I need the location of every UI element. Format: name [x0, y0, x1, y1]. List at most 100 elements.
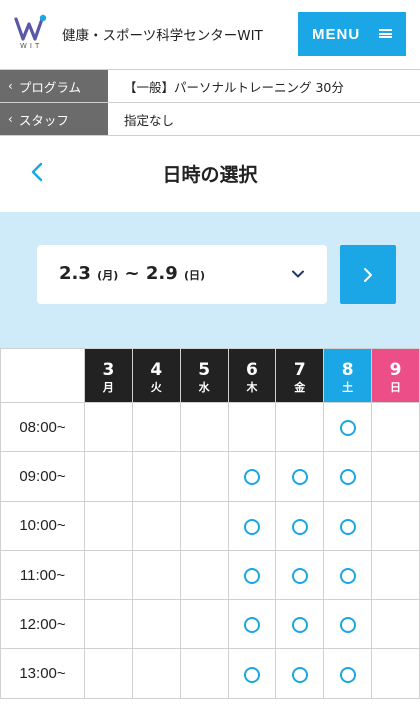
- slot-cell[interactable]: [323, 401, 373, 453]
- week-separator: ~: [118, 263, 146, 284]
- day-header: 9日: [371, 348, 420, 403]
- circle-available-icon[interactable]: [291, 666, 308, 683]
- circle-available-icon[interactable]: [291, 469, 308, 486]
- slot-cell[interactable]: [227, 451, 277, 502]
- circle-available-icon[interactable]: [291, 518, 308, 535]
- day-header: 7金: [275, 348, 325, 403]
- day-header: 3月: [84, 348, 133, 403]
- breadcrumb-program-link[interactable]: ‹ プログラム: [0, 70, 108, 102]
- slot-cell: [371, 599, 420, 650]
- calendar-body: 08:00~ 09:00~ 10:00~ 11:00~ 12:00~ 13:00~: [0, 401, 420, 699]
- slot-cell: [131, 401, 181, 453]
- slot-cell: [275, 401, 325, 453]
- slot-cell[interactable]: [275, 500, 325, 551]
- slot-cell[interactable]: [275, 549, 325, 601]
- calendar-grid: 3月4火5水6木7金8土9日 08:00~ 09:00~ 10:00~ 11:00~ 1…: [0, 348, 420, 699]
- time-row: 12:00~: [0, 599, 420, 650]
- time-label: 11:00~: [0, 549, 85, 601]
- time-row: 10:00~: [0, 500, 420, 551]
- circle-available-icon[interactable]: [243, 666, 260, 683]
- day-number: 3: [102, 359, 115, 380]
- circle-available-icon[interactable]: [339, 469, 356, 486]
- header: WIT 健康・スポーツ科学センターWIT MENU: [0, 0, 420, 70]
- circle-available-icon[interactable]: [243, 518, 260, 535]
- slot-cell[interactable]: [323, 599, 373, 650]
- page-title: 日時の選択: [162, 164, 258, 186]
- slot-cell: [84, 599, 133, 650]
- time-label: 13:00~: [0, 648, 85, 699]
- menu-button[interactable]: MENU: [298, 12, 406, 56]
- slot-cell: [131, 500, 181, 551]
- slot-cell[interactable]: [227, 648, 277, 699]
- chevron-left-icon: ‹: [8, 112, 13, 126]
- slot-cell: [84, 451, 133, 502]
- slot-cell: [371, 401, 420, 453]
- slot-cell[interactable]: [323, 500, 373, 551]
- breadcrumb-label: スタッフ: [18, 112, 69, 128]
- week-end-date: 2.9: [145, 263, 178, 284]
- day-weekday: 日: [390, 380, 402, 394]
- circle-available-icon[interactable]: [339, 420, 356, 437]
- breadcrumb-label: プログラム: [18, 79, 81, 95]
- slot-cell: [84, 549, 133, 601]
- day-weekday: 木: [246, 380, 258, 394]
- week-range: 2.3 (月) ~ 2.9 (日): [59, 263, 205, 284]
- circle-available-icon[interactable]: [243, 617, 260, 634]
- time-label: 10:00~: [0, 500, 85, 551]
- slot-cell: [227, 401, 277, 453]
- slot-cell: [84, 648, 133, 699]
- week-dropdown[interactable]: 2.3 (月) ~ 2.9 (日): [37, 245, 327, 304]
- week-start-weekday: (月): [97, 269, 119, 282]
- slot-cell: [179, 401, 229, 453]
- circle-available-icon[interactable]: [243, 469, 260, 486]
- circle-available-icon[interactable]: [243, 568, 260, 585]
- breadcrumb-value: 【一般】パーソナルトレーニング 30分: [124, 79, 344, 95]
- circle-available-icon[interactable]: [339, 617, 356, 634]
- time-label: 09:00~: [0, 451, 85, 502]
- site-title: 健康・スポーツ科学センターWIT: [62, 28, 263, 44]
- circle-available-icon[interactable]: [339, 666, 356, 683]
- day-weekday: 金: [294, 380, 306, 394]
- slot-cell[interactable]: [275, 648, 325, 699]
- day-weekday: 月: [102, 380, 114, 394]
- next-week-button[interactable]: [340, 245, 396, 304]
- breadcrumb-staff-link[interactable]: ‹ スタッフ: [0, 103, 108, 135]
- time-label: 12:00~: [0, 599, 85, 650]
- breadcrumb-program: ‹ プログラム 【一般】パーソナルトレーニング 30分: [0, 69, 420, 102]
- day-weekday: 火: [150, 380, 162, 394]
- circle-available-icon[interactable]: [291, 617, 308, 634]
- slot-cell: [371, 648, 420, 699]
- chevron-down-icon: [292, 270, 304, 278]
- breadcrumb-value: 指定なし: [124, 112, 175, 128]
- week-start-date: 2.3: [59, 263, 91, 284]
- slot-cell: [179, 599, 229, 650]
- slot-cell[interactable]: [227, 599, 277, 650]
- circle-available-icon[interactable]: [339, 518, 356, 535]
- slot-cell: [131, 648, 181, 699]
- title-row: 日時の選択: [0, 136, 420, 212]
- circle-available-icon[interactable]: [291, 568, 308, 585]
- day-header: 6木: [227, 348, 277, 403]
- chevron-left-icon: ‹: [8, 79, 13, 93]
- slot-cell: [371, 500, 420, 551]
- slot-cell[interactable]: [323, 451, 373, 502]
- slot-cell[interactable]: [323, 549, 373, 601]
- day-header: 4火: [131, 348, 181, 403]
- slot-cell[interactable]: [227, 549, 277, 601]
- week-selector-area: 2.3 (月) ~ 2.9 (日): [0, 212, 420, 348]
- calendar-header-row: 3月4火5水6木7金8土9日: [0, 348, 420, 403]
- breadcrumb-staff: ‹ スタッフ 指定なし: [0, 102, 420, 136]
- circle-available-icon[interactable]: [339, 568, 356, 585]
- slot-cell: [131, 549, 181, 601]
- slot-cell: [371, 549, 420, 601]
- slot-cell[interactable]: [275, 599, 325, 650]
- slot-cell[interactable]: [227, 500, 277, 551]
- slot-cell[interactable]: [275, 451, 325, 502]
- menu-label: MENU: [312, 25, 361, 43]
- day-number: 6: [246, 359, 258, 380]
- time-row: 11:00~: [0, 549, 420, 601]
- day-number: 9: [389, 359, 402, 380]
- slot-cell[interactable]: [323, 648, 373, 699]
- slot-cell: [131, 599, 181, 650]
- day-number: 5: [198, 359, 211, 380]
